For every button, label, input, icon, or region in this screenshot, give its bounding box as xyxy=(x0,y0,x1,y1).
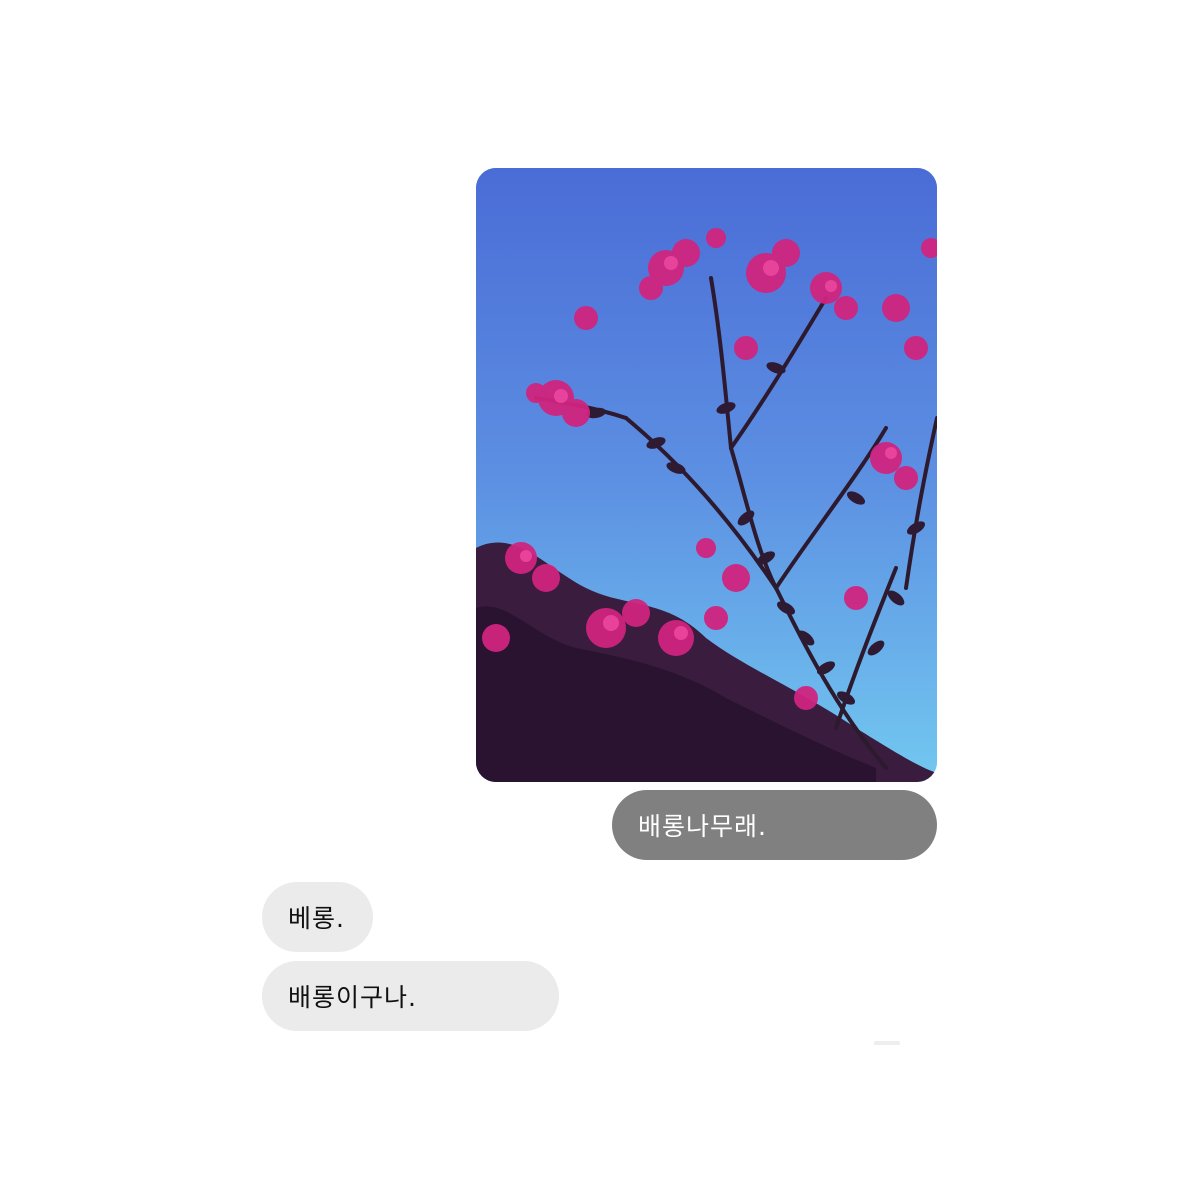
received-message-bubble[interactable]: 배롱이구나. xyxy=(262,961,559,1031)
received-message-bubble[interactable]: 베롱. xyxy=(262,882,373,952)
chat-thread: 배롱나무래. 베롱. 배롱이구나. xyxy=(0,0,1200,1200)
sent-message-bubble[interactable]: 배롱나무래. xyxy=(612,790,937,860)
typing-indicator-edge xyxy=(874,1041,900,1045)
crape-myrtle-photo xyxy=(476,168,937,782)
sent-photo-message[interactable] xyxy=(476,168,937,782)
sent-message-text: 배롱나무래. xyxy=(638,812,767,841)
received-message-text: 베롱. xyxy=(288,904,345,933)
received-message-text: 배롱이구나. xyxy=(288,983,417,1012)
